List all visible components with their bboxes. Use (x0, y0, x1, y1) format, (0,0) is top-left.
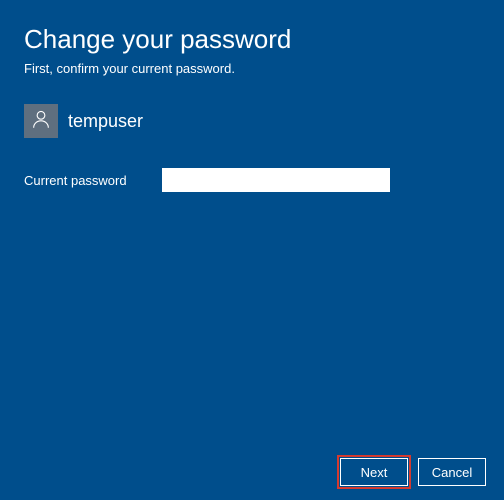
cancel-button[interactable]: Cancel (418, 458, 486, 486)
password-field-label: Current password (24, 173, 144, 188)
password-field-row: Current password (24, 168, 480, 192)
page-title: Change your password (24, 24, 480, 55)
avatar (24, 104, 58, 138)
current-password-input[interactable] (162, 168, 390, 192)
page-subtitle: First, confirm your current password. (24, 61, 480, 76)
user-row: tempuser (24, 104, 480, 138)
username-label: tempuser (68, 111, 143, 132)
user-icon (30, 108, 52, 135)
button-row: Next Cancel (340, 458, 486, 486)
next-button[interactable]: Next (340, 458, 408, 486)
